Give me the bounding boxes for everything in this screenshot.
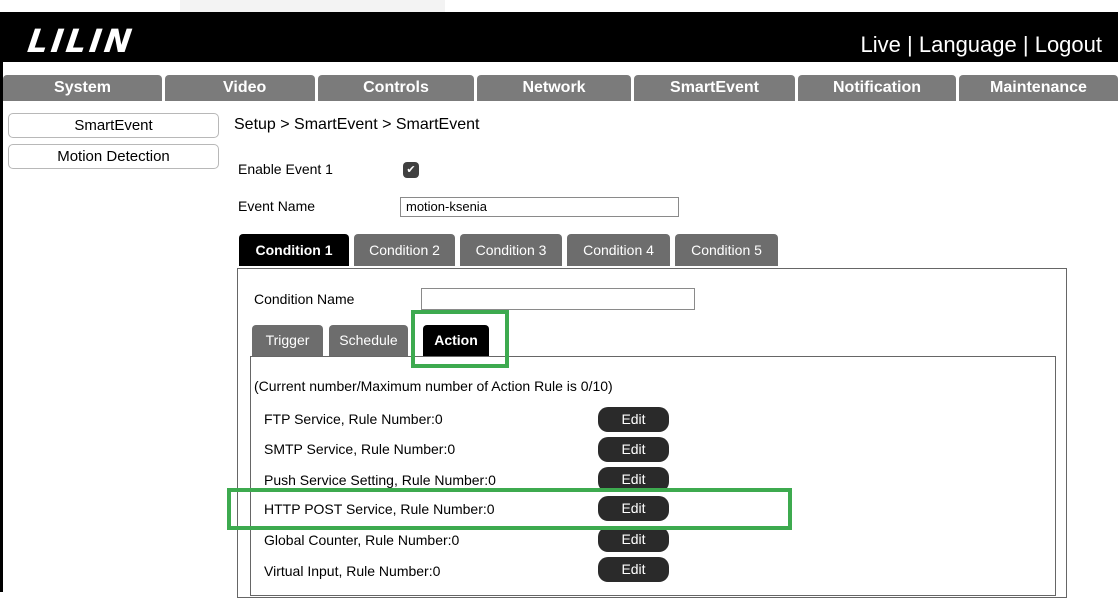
logout-link[interactable]: Logout: [1035, 32, 1102, 57]
global-counter-label: Global Counter, Rule Number:0: [264, 532, 460, 548]
event-name-input[interactable]: motion-ksenia: [400, 197, 679, 217]
push-edit-button[interactable]: Edit: [598, 467, 669, 492]
smtp-edit-button[interactable]: Edit: [598, 437, 669, 462]
nav-smartevent[interactable]: SmartEvent: [634, 75, 795, 101]
enable-event-checkbox[interactable]: ✔: [403, 162, 419, 178]
tab-trigger[interactable]: Trigger: [252, 325, 323, 356]
breadcrumb: Setup > SmartEvent > SmartEvent: [234, 116, 480, 133]
http-post-edit-button[interactable]: Edit: [598, 496, 669, 521]
top-links: Live | Language | Logout: [861, 32, 1102, 58]
event-name-label: Event Name: [238, 198, 316, 214]
push-service-label: Push Service Setting, Rule Number:0: [264, 472, 496, 488]
link-separator: |: [1016, 32, 1035, 57]
http-post-service-label: HTTP POST Service, Rule Number:0: [264, 501, 495, 517]
live-link[interactable]: Live: [861, 32, 901, 57]
ftp-edit-button[interactable]: Edit: [598, 407, 669, 432]
global-counter-edit-button[interactable]: Edit: [598, 527, 669, 552]
smtp-service-label: SMTP Service, Rule Number:0: [264, 441, 456, 457]
sidebar-item-smartevent[interactable]: SmartEvent: [8, 113, 219, 138]
top-strip-shade: [180, 0, 445, 12]
checkmark-icon: ✔: [406, 164, 416, 176]
tab-condition-1[interactable]: Condition 1: [239, 234, 349, 266]
nav-controls[interactable]: Controls: [318, 75, 474, 101]
tab-action[interactable]: Action: [423, 325, 489, 356]
language-link[interactable]: Language: [919, 32, 1017, 57]
virtual-input-edit-button[interactable]: Edit: [598, 557, 669, 582]
enable-event-label: Enable Event 1: [238, 161, 333, 177]
action-rule-summary: (Current number/Maximum number of Action…: [254, 378, 613, 394]
tab-schedule[interactable]: Schedule: [329, 325, 408, 356]
main-nav: System Video Controls Network SmartEvent…: [3, 75, 1118, 101]
link-separator: |: [900, 32, 919, 57]
condition-name-label: Condition Name: [254, 291, 355, 307]
nav-system[interactable]: System: [3, 75, 162, 101]
ftp-service-label: FTP Service, Rule Number:0: [264, 411, 443, 427]
virtual-input-label: Virtual Input, Rule Number:0: [264, 563, 441, 579]
tab-condition-4[interactable]: Condition 4: [567, 234, 670, 266]
lilin-logo: LILIN: [25, 22, 138, 60]
nav-notification[interactable]: Notification: [798, 75, 956, 101]
nav-video[interactable]: Video: [165, 75, 315, 101]
condition-name-input[interactable]: [421, 288, 695, 310]
nav-network[interactable]: Network: [477, 75, 631, 101]
nav-maintenance[interactable]: Maintenance: [959, 75, 1118, 101]
sidebar-item-motion-detection[interactable]: Motion Detection: [8, 144, 219, 169]
top-strip: [0, 0, 1118, 12]
tab-condition-2[interactable]: Condition 2: [354, 234, 455, 266]
header-bar: LILIN Live | Language | Logout: [0, 12, 1118, 62]
tab-condition-5[interactable]: Condition 5: [675, 234, 778, 266]
tab-condition-3[interactable]: Condition 3: [460, 234, 562, 266]
